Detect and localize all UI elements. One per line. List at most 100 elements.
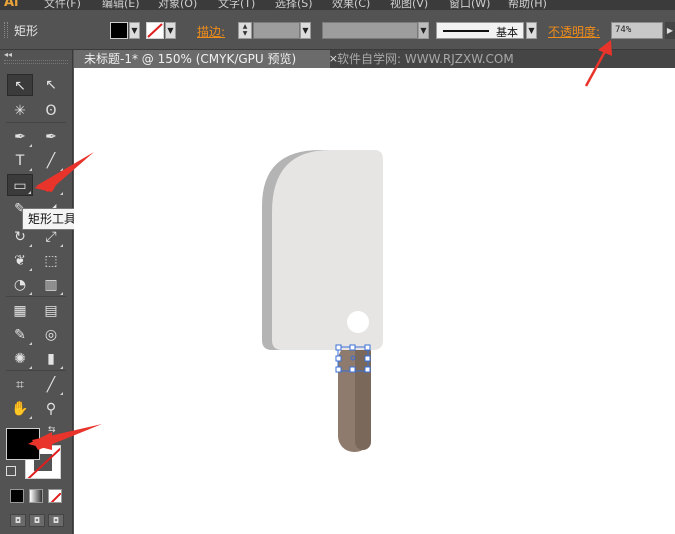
menu-edit[interactable]: 编辑(E) [102,0,140,10]
perspective-grid-tool[interactable]: ▥ [38,274,64,296]
type-tool[interactable]: T [7,150,33,172]
menu-help[interactable]: 帮助(H) [508,0,547,10]
rectangle-icon: ▭ [13,178,27,194]
zoom-icon: ⚲ [45,401,57,417]
stroke-color-dropdown[interactable]: ▼ [165,22,176,39]
stroke-label[interactable]: 描边: [197,23,225,40]
lasso-icon: ʘ [45,103,57,119]
tool-divider [6,122,66,123]
line-segment-icon: ╱ [46,153,56,169]
opacity-input[interactable]: 74% [611,22,663,39]
menu-window[interactable]: 窗口(W) [449,0,490,10]
watermark-text: 软件自学网: WWW.RJZXW.COM [337,52,514,66]
no-stroke-icon [147,23,163,38]
none-mode-button[interactable] [48,489,62,503]
type-icon: T [15,153,25,169]
mesh-tool[interactable]: ▦ [7,300,33,322]
slice-icon: ╱ [46,377,56,393]
rotate-icon: ↻ [14,229,26,245]
perspective-grid-icon: ▥ [44,277,58,293]
eyedropper-tool[interactable]: ✎ [7,324,33,346]
pen-tool[interactable]: ✒ [7,126,33,148]
artboard-canvas[interactable] [74,68,675,534]
menu-object[interactable]: 对象(O) [158,0,197,10]
fill-swatch[interactable] [6,428,40,460]
lasso-tool[interactable]: ʘ [38,100,64,122]
selection-tool-icon: ↖ [14,78,26,94]
color-mode-button[interactable] [10,489,24,503]
gradient-mode-button[interactable] [29,489,43,503]
slice-tool[interactable]: ╱ [38,374,64,396]
shape-builder-icon: ◔ [13,277,27,293]
control-bar: 矩形 ▼ ▼ 描边: ▲ ▼ ▼ ▼ 基本 ▼ 不透明度: 74% ▶ [0,10,675,50]
mesh-icon: ▦ [13,303,27,319]
selection-tool[interactable]: ↖ [7,74,33,96]
variable-width-dropdown[interactable]: ▼ [418,22,429,39]
menu-select[interactable]: 选择(S) [275,0,313,10]
none-icon [50,492,61,502]
menu-file[interactable]: 文件(F) [44,0,81,10]
zoom-tool[interactable]: ⚲ [38,398,64,420]
popsicle-hole[interactable] [347,311,369,333]
symbol-sprayer-tool[interactable]: ✺ [7,348,33,370]
direct-selection-icon: ↖ [45,77,57,93]
screen-mode-button[interactable]: ◘ [48,514,64,527]
pen-icon: ✒ [14,129,26,145]
brush-definition-dropdown[interactable]: ▼ [526,22,537,39]
panel-grip[interactable] [4,22,8,38]
warp-tool[interactable]: ❦ [7,250,33,272]
menu-effect[interactable]: 效果(C) [332,0,370,10]
fill-color-dropdown[interactable]: ▼ [129,22,140,39]
default-colors-icon[interactable] [6,466,16,476]
shape-builder-tool[interactable]: ◔ [7,274,33,296]
scale-icon: ⤢ [45,229,57,245]
menu-type[interactable]: 文字(T) [218,0,255,10]
warp-icon: ❦ [14,253,26,269]
paintbrush-icon: ✐ [45,177,57,193]
hand-icon: ✋ [11,401,29,417]
stroke-weight-dropdown[interactable]: ▼ [300,22,311,39]
paintbrush-tool[interactable]: ✐ [38,174,64,196]
rectangle-tool[interactable]: ▭ [7,174,33,196]
gradient-tool[interactable]: ▤ [38,300,64,322]
magic-wand-tool[interactable]: ✳ [7,100,33,122]
collapse-panel-icon[interactable]: ◂◂ [4,50,12,59]
symbol-sprayer-icon: ✺ [14,351,26,367]
app-logo: Ai [4,0,19,10]
stroke-preview-line [443,30,489,32]
opacity-expand-arrow[interactable]: ▶ [665,22,675,39]
hand-tool[interactable]: ✋ [7,398,33,420]
artwork [262,150,383,452]
menu-bar: Ai 文件(F) 编辑(E) 对象(O) 文字(T) 选择(S) 效果(C) 视… [0,0,675,10]
line-segment-tool[interactable]: ╱ [38,150,64,172]
column-graph-icon: ▮ [47,351,55,367]
free-transform-tool[interactable]: ⬚ [38,250,64,272]
artboard-icon: ⌗ [16,377,24,393]
variable-width-profile[interactable] [322,22,418,39]
tool-divider [6,370,66,371]
document-tab[interactable]: 未标题-1* @ 150% (CMYK/GPU 预览) × [74,50,338,68]
stroke-weight-stepper[interactable]: ▲ ▼ [238,22,252,39]
current-tool-name: 矩形 [14,24,39,38]
stroke-weight-field[interactable] [253,22,300,39]
fill-color-swatch[interactable] [110,22,128,39]
document-tab-bar: 未标题-1* @ 150% (CMYK/GPU 预览) × 软件自学网: WWW… [74,50,675,68]
draw-behind-button[interactable]: ◘ [29,514,45,527]
artboard-tool[interactable]: ⌗ [7,374,33,396]
menu-view[interactable]: 视图(V) [390,0,428,10]
blend-tool[interactable]: ◎ [38,324,64,346]
column-graph-tool[interactable]: ▮ [38,348,64,370]
brush-definition[interactable]: 基本 [436,22,524,39]
magic-wand-icon: ✳ [14,103,26,119]
brush-definition-label: 基本 [496,26,518,39]
tool-divider [6,296,66,297]
swap-fill-stroke-icon[interactable]: ⇆ [48,425,56,435]
free-transform-icon: ⬚ [44,253,58,269]
curvature-icon: ✒ [45,129,57,145]
curvature-tool[interactable]: ✒ [38,126,64,148]
opacity-label[interactable]: 不透明度: [548,23,600,40]
direct-selection-tool[interactable]: ↖ [38,74,64,96]
tools-panel-header[interactable] [4,60,68,64]
draw-normal-button[interactable]: ◘ [10,514,26,527]
stroke-color-swatch[interactable] [146,22,164,39]
